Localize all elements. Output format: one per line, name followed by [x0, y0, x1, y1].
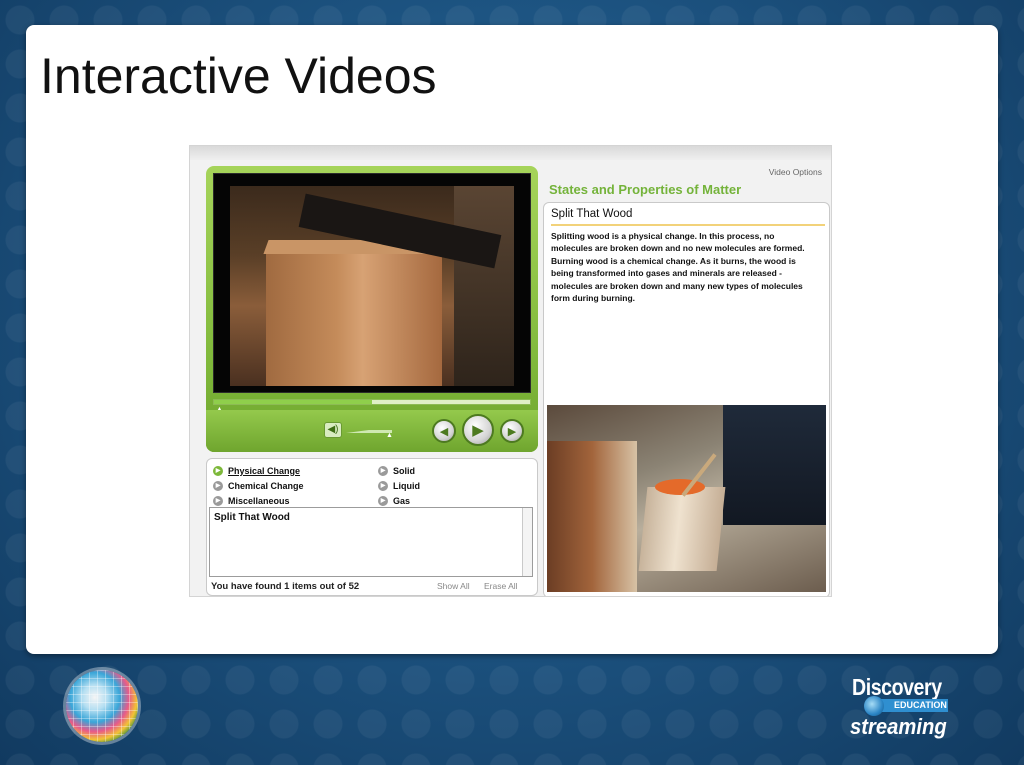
chapter-item[interactable]: ▶ Liquid	[378, 479, 528, 492]
chapter-label: Solid	[393, 465, 415, 476]
chapter-item[interactable]: ▶ Solid	[378, 464, 528, 477]
description-panel: Split That Wood Splitting wood is a phys…	[543, 202, 830, 596]
chapter-item[interactable]: ▶ Physical Change	[213, 464, 378, 477]
chapter-item[interactable]: ▶ Miscellaneous	[213, 494, 378, 507]
rewind-icon[interactable]: ◀	[432, 419, 456, 443]
chapter-play-icon: ▶	[378, 465, 388, 476]
video-player-app: ▲ ◀) ▲ ◀ ▶ ▶ ▶ Physical Change ▶ Solid	[189, 145, 832, 597]
photo-person	[723, 405, 826, 525]
brand-education: EDUCATION	[894, 700, 947, 710]
speaker-icon[interactable]: ◀)	[324, 422, 342, 438]
video-screen[interactable]	[213, 173, 531, 393]
chapter-play-icon: ▶	[213, 480, 223, 491]
volume-marker: ▲	[386, 432, 393, 439]
forward-icon[interactable]: ▶	[500, 419, 524, 443]
chapter-item[interactable]: ▶ Gas	[378, 494, 528, 507]
progress-fill	[214, 400, 372, 404]
slide: Interactive Videos ▲ ◀) ▲ ◀	[26, 25, 998, 654]
brand-discovery: Discovery	[852, 674, 942, 700]
notes-box[interactable]: Split That Wood	[209, 507, 533, 577]
chapter-item[interactable]: ▶ Chemical Change	[213, 479, 378, 492]
erase-all-link[interactable]: Erase All	[484, 581, 518, 591]
photo-logs	[547, 441, 637, 592]
video-bark	[454, 186, 514, 386]
video-player: ▲ ◀) ▲ ◀ ▶ ▶	[206, 166, 538, 452]
chapter-label: Liquid	[393, 480, 420, 491]
chapter-play-icon: ▶	[378, 480, 388, 491]
progress-track[interactable]	[213, 399, 531, 405]
chapter-label: Physical Change	[228, 465, 301, 476]
chapter-list: ▶ Physical Change ▶ Solid ▶ Chemical Cha…	[213, 464, 533, 506]
discovery-education-logo: Discovery EDUCATION streaming	[848, 674, 958, 746]
slide-title: Interactive Videos	[40, 48, 437, 104]
chapter-label: Gas	[393, 495, 411, 506]
photo-stump	[638, 487, 726, 571]
clip-description: Splitting wood is a physical change. In …	[551, 231, 805, 304]
globe-grid	[66, 670, 138, 742]
app-top-bar	[190, 146, 831, 160]
notes-text: Split That Wood	[214, 512, 290, 523]
clip-photo	[547, 405, 826, 592]
clip-title: Split That Wood	[551, 208, 825, 226]
video-log	[266, 248, 442, 386]
chapter-play-icon: ▶	[213, 495, 223, 506]
brand-globe-icon	[864, 696, 884, 716]
topic-title: States and Properties of Matter	[549, 182, 742, 197]
controls-bar: ◀) ▲ ◀ ▶ ▶	[206, 410, 538, 452]
photo-cut	[655, 479, 705, 495]
notes-scrollbar[interactable]	[522, 508, 532, 576]
video-frame	[230, 186, 514, 386]
play-icon[interactable]: ▶	[462, 414, 494, 446]
show-all-link[interactable]: Show All	[437, 581, 470, 591]
video-options-link[interactable]: Video Options	[769, 167, 822, 177]
chapter-play-icon: ▶	[378, 495, 388, 506]
chapter-play-icon: ▶	[213, 465, 223, 476]
brand-streaming: streaming	[850, 714, 947, 739]
chapter-label: Miscellaneous	[228, 495, 290, 506]
chapters-panel: ▶ Physical Change ▶ Solid ▶ Chemical Cha…	[206, 458, 538, 596]
chapter-label: Chemical Change	[228, 480, 304, 491]
found-count: You have found 1 items out of 52	[211, 581, 360, 592]
